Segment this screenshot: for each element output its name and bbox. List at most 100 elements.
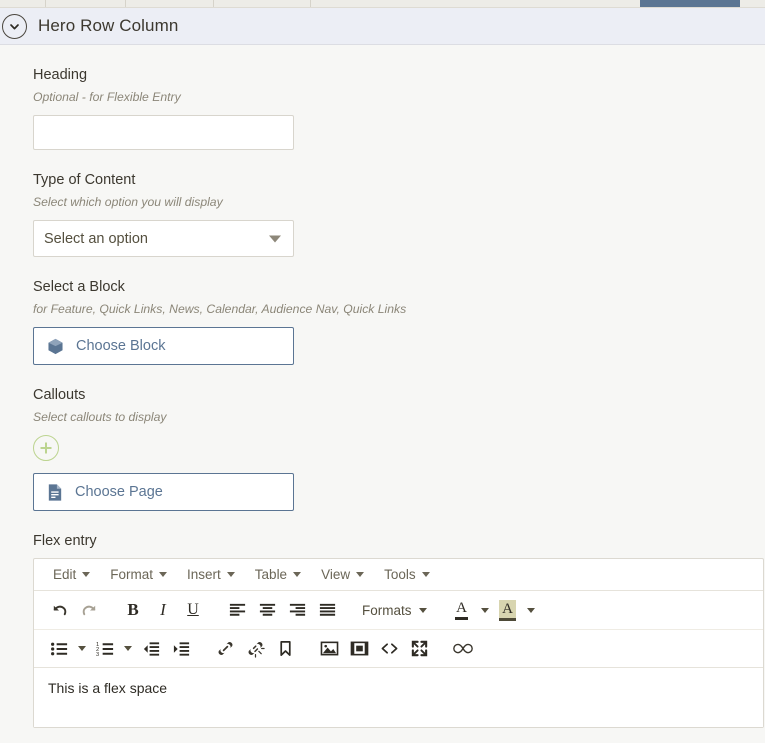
numbered-list-icon[interactable]: 1 2 3	[90, 635, 120, 663]
menu-format[interactable]: Format	[101, 564, 176, 585]
field-callouts: Callouts Select callouts to display Choo…	[33, 365, 765, 511]
field-select-a-block: Select a Block for Feature, Quick Links,…	[33, 257, 765, 365]
panel-header[interactable]: Hero Row Column	[0, 8, 765, 45]
editor-content-text: This is a flex space	[48, 680, 168, 696]
text-color-icon[interactable]: A	[447, 596, 477, 624]
bold-button[interactable]: B	[118, 596, 148, 624]
bullet-list-icon[interactable]	[44, 635, 74, 663]
chevron-down-icon	[421, 572, 430, 577]
chevron-down-icon	[356, 572, 365, 577]
menu-edit-label: Edit	[53, 567, 77, 582]
menu-tools-label: Tools	[384, 567, 416, 582]
top-tab-strip	[0, 0, 765, 8]
chevron-down-icon	[480, 607, 489, 613]
field-heading: Heading Optional - for Flexible Entry	[33, 45, 765, 150]
cube-block-icon	[46, 337, 65, 356]
chevron-down-icon	[78, 646, 86, 651]
rich-text-editor: Edit Format Insert Table View Tools B I …	[33, 558, 764, 728]
callouts-label: Callouts	[33, 387, 86, 403]
svg-text:3: 3	[96, 652, 99, 657]
callouts-hint: Select callouts to display	[33, 410, 167, 424]
formats-label: Formats	[362, 602, 412, 618]
italic-icon: I	[160, 600, 166, 619]
menu-edit[interactable]: Edit	[44, 564, 99, 585]
heading-label: Heading	[33, 67, 88, 83]
chevron-down-icon[interactable]	[2, 13, 27, 39]
choose-block-button[interactable]: Choose Block	[33, 327, 294, 365]
choose-page-label: Choose Page	[75, 484, 163, 500]
menu-format-label: Format	[110, 567, 154, 582]
page-document-icon	[46, 483, 64, 502]
align-left-icon[interactable]	[222, 596, 252, 624]
type-of-content-select[interactable]: Select an option	[33, 220, 294, 257]
field-type-of-content: Type of Content Select which option you …	[33, 150, 765, 257]
align-center-icon[interactable]	[252, 596, 282, 624]
tab-divider	[310, 0, 311, 7]
tab-divider	[45, 0, 46, 7]
chevron-down-icon	[526, 607, 535, 613]
heading-hint: Optional - for Flexible Entry	[33, 90, 181, 104]
type-of-content-select-wrap: Select an option	[33, 220, 294, 257]
tab-divider	[213, 0, 214, 7]
numbered-list-dropdown[interactable]	[120, 635, 136, 663]
background-color-icon[interactable]: A	[493, 596, 523, 624]
italic-button[interactable]: I	[148, 596, 178, 624]
underline-icon: U	[187, 601, 199, 618]
page-title: Hero Row Column	[38, 16, 179, 35]
heading-input[interactable]	[33, 115, 294, 150]
menu-table-label: Table	[254, 567, 288, 582]
indent-icon[interactable]	[166, 635, 196, 663]
type-of-content-hint: Select which option you will display	[33, 195, 223, 209]
fullscreen-icon[interactable]	[404, 635, 434, 663]
active-tab-indicator[interactable]	[640, 0, 740, 7]
menu-view-label: View	[321, 567, 351, 582]
undo-icon[interactable]	[44, 596, 74, 624]
outdent-icon[interactable]	[136, 635, 166, 663]
bullet-list-dropdown[interactable]	[74, 635, 90, 663]
chevron-down-icon	[418, 607, 427, 613]
background-color-dropdown[interactable]	[523, 596, 539, 624]
media-video-icon[interactable]	[344, 635, 374, 663]
menu-table[interactable]: Table	[246, 564, 310, 585]
align-justify-icon[interactable]	[312, 596, 342, 624]
editor-menubar: Edit Format Insert Table View Tools	[34, 559, 763, 591]
text-color-glyph: A	[455, 600, 468, 620]
type-of-content-selected-value: Select an option	[44, 230, 148, 247]
type-of-content-label: Type of Content	[33, 172, 136, 188]
chevron-down-icon	[124, 646, 132, 651]
underline-button[interactable]: U	[178, 596, 208, 624]
menu-insert[interactable]: Insert	[178, 564, 244, 585]
menu-view[interactable]: View	[312, 564, 373, 585]
select-a-block-hint: for Feature, Quick Links, News, Calendar…	[33, 302, 407, 316]
editor-toolbar-row-1: B I U Formats A A	[34, 591, 763, 629]
align-right-icon[interactable]	[282, 596, 312, 624]
chevron-down-icon	[82, 572, 91, 577]
chevron-down-icon	[226, 572, 235, 577]
field-flex-entry: Flex entry Edit Format Insert Table View…	[33, 511, 765, 728]
image-icon[interactable]	[314, 635, 344, 663]
anchor-bookmark-icon[interactable]	[270, 635, 300, 663]
formats-dropdown[interactable]: Formats	[356, 603, 433, 618]
source-code-icon[interactable]	[374, 635, 404, 663]
plus-circle-icon	[40, 442, 52, 454]
background-color-glyph: A	[499, 599, 516, 621]
editor-content-area[interactable]: This is a flex space	[34, 667, 763, 727]
chevron-down-icon	[159, 572, 168, 577]
bold-icon: B	[127, 600, 139, 619]
add-callout-button[interactable]	[33, 435, 59, 461]
form-area: Heading Optional - for Flexible Entry Ty…	[0, 45, 765, 743]
tab-divider	[125, 0, 126, 7]
menu-insert-label: Insert	[187, 567, 221, 582]
choose-block-label: Choose Block	[76, 338, 166, 354]
unlink-icon[interactable]	[240, 635, 270, 663]
editor-toolbar-row-2: 1 2 3	[34, 629, 763, 667]
choose-page-button[interactable]: Choose Page	[33, 473, 294, 511]
chevron-down-icon	[293, 572, 302, 577]
menu-tools[interactable]: Tools	[375, 564, 439, 585]
redo-icon[interactable]	[74, 596, 104, 624]
link-icon[interactable]	[210, 635, 240, 663]
select-a-block-label: Select a Block	[33, 279, 125, 295]
infinity-icon[interactable]	[448, 635, 478, 663]
text-color-dropdown[interactable]	[477, 596, 493, 624]
flex-entry-label: Flex entry	[33, 533, 97, 549]
